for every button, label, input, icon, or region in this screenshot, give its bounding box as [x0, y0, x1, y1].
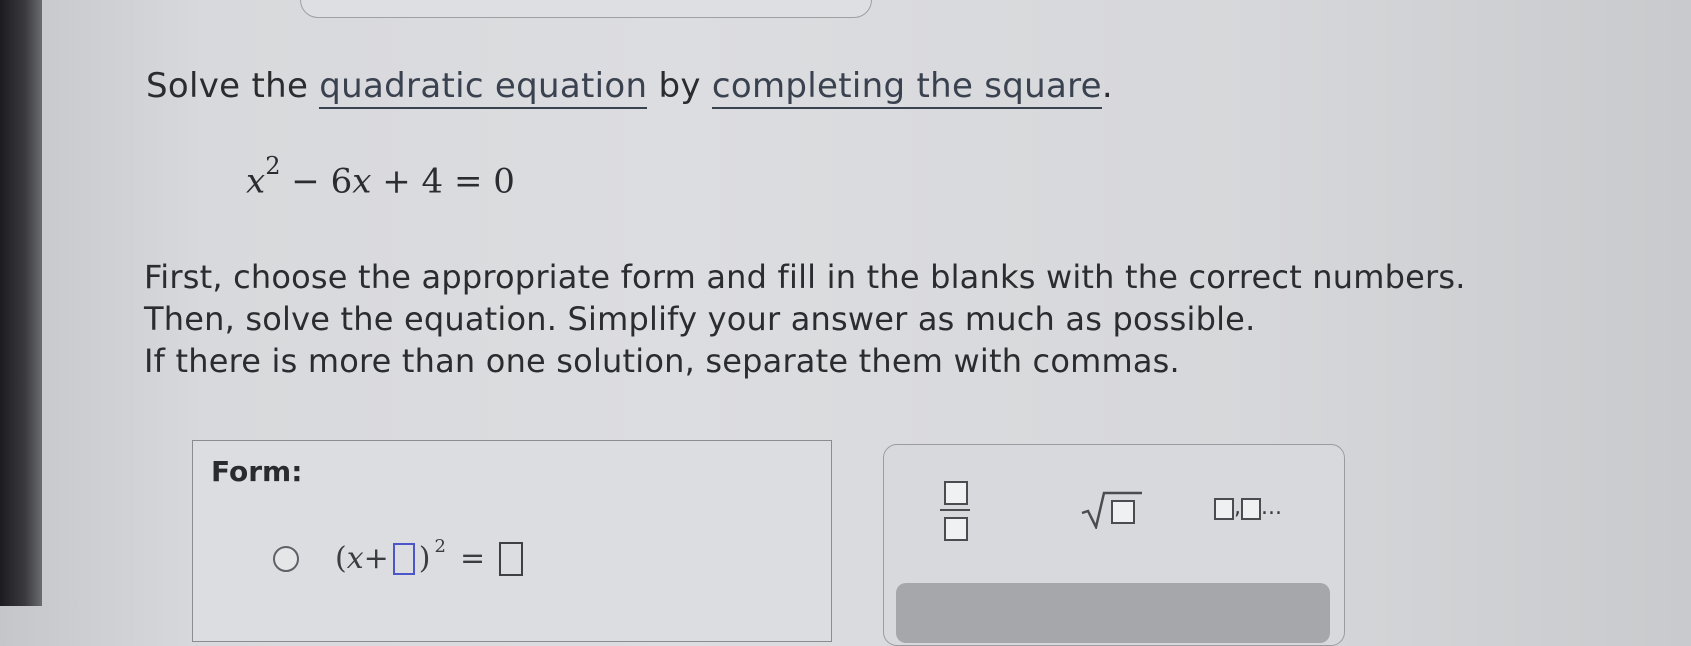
instruction-line: Then, solve the equation. Simplify your …: [144, 300, 1256, 338]
paren-open: (: [335, 541, 347, 576]
prompt-text: by: [647, 66, 712, 106]
option-variable: x: [346, 541, 364, 576]
prompt-text: .: [1101, 66, 1114, 106]
option-plus: +: [363, 541, 389, 576]
fraction-denominator-icon: [944, 517, 968, 541]
fraction-button[interactable]: [940, 475, 970, 545]
option-exponent: 2: [434, 536, 446, 557]
form-label: Form:: [211, 455, 303, 488]
equation-exponent: 2: [265, 152, 281, 180]
equation-variable: x: [246, 161, 266, 202]
form-selection-panel: Form: ( x + ) 2 =: [192, 440, 832, 642]
list-item-icon: [1214, 498, 1234, 520]
palette-action-bar[interactable]: [896, 583, 1330, 643]
given-equation: x2 − 6x + 4 = 0: [246, 152, 515, 202]
quadratic-equation-link[interactable]: quadratic equation: [319, 66, 648, 109]
list-button[interactable]: , ...: [1214, 495, 1282, 520]
completing-the-square-link[interactable]: completing the square: [711, 66, 1102, 109]
option-equals: =: [459, 541, 486, 576]
blank-input-k[interactable]: [499, 541, 524, 576]
form-option-radio[interactable]: [273, 545, 299, 572]
list-ellipsis: ...: [1261, 495, 1282, 520]
prompt-text: Solve the: [146, 66, 320, 106]
instruction-line: If there is more than one solution, sepa…: [144, 342, 1180, 380]
equation-term: + 4 = 0: [371, 161, 515, 202]
list-item-icon: [1241, 498, 1261, 520]
list-separator: ,: [1234, 495, 1241, 520]
screen-edge: [0, 0, 42, 606]
instructions: First, choose the appropriate form and f…: [144, 256, 1466, 382]
square-root-icon: [1081, 491, 1142, 529]
blank-input-h[interactable]: [392, 542, 415, 575]
math-input-palette: , ...: [883, 444, 1345, 646]
fraction-numerator-icon: [944, 481, 968, 505]
equation-variable: x: [352, 161, 372, 202]
instruction-line: First, choose the appropriate form and f…: [144, 258, 1466, 296]
fraction-bar-icon: [940, 509, 970, 511]
question-prompt: Solve the quadratic equation by completi…: [146, 66, 1114, 109]
form-option-completed-square[interactable]: ( x + ) 2 =: [273, 536, 527, 576]
previous-answer-box: [300, 0, 872, 18]
square-root-button[interactable]: [1080, 489, 1144, 529]
equation-term: − 6: [280, 161, 353, 202]
paren-close: ): [418, 541, 431, 576]
